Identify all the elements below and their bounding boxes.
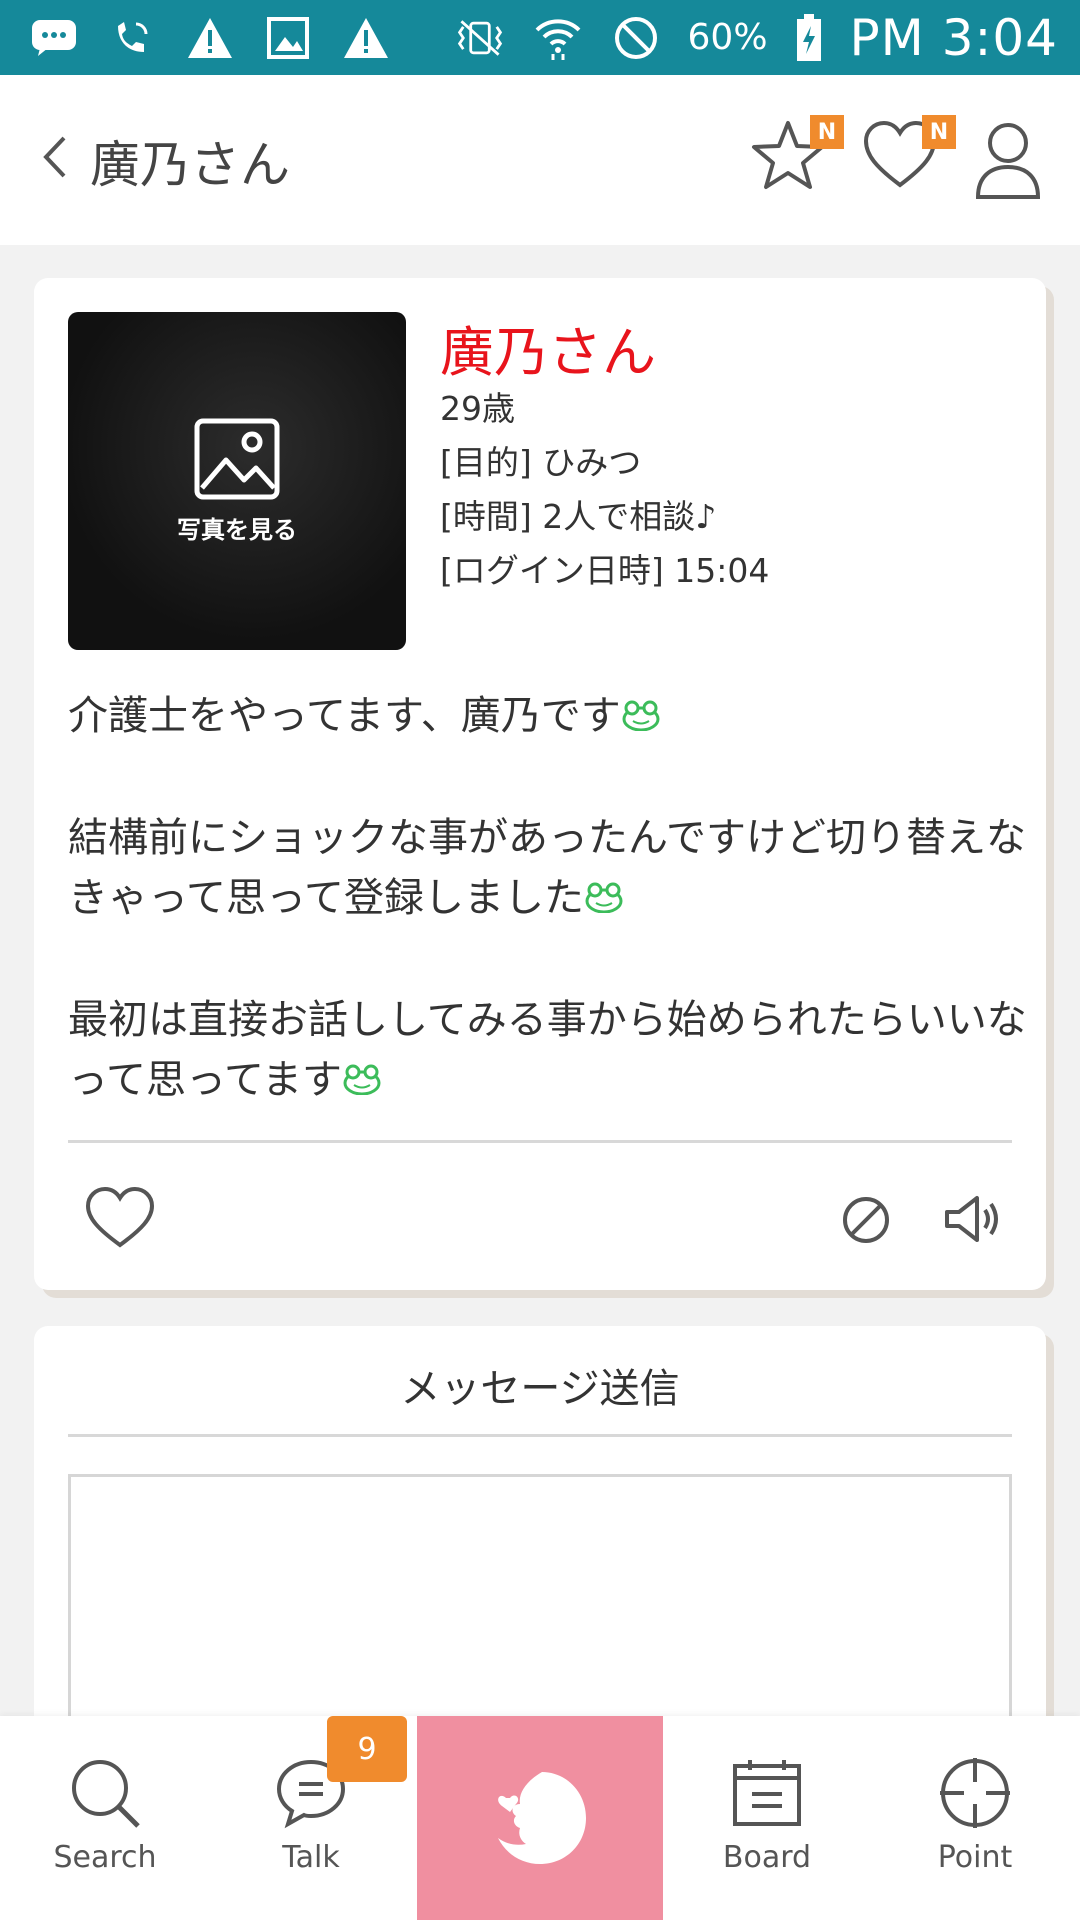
block-icon — [843, 1197, 889, 1243]
bio-line: 結構前にショックな事があったんですけど切り替えなきゃって思って登録しました — [68, 808, 1028, 930]
profile-card: 写真を見る 廣乃さん 29歳 [目的] ひみつ [時間] 2人で相談♪ [ログイ… — [34, 278, 1046, 1290]
bio-line: 最初は直接お話ししてみる事から始められたらいいなって思ってます — [68, 990, 1028, 1112]
frog-emoji-icon — [584, 870, 624, 930]
profile-photo[interactable]: 写真を見る — [68, 312, 406, 650]
talk-unread-badge: 9 — [327, 1716, 407, 1782]
clock: PM 3:04 — [849, 8, 1058, 67]
block-button[interactable] — [836, 1190, 896, 1250]
profile-bio: 介護士をやってます、廣乃です 結構前にショックな事があったんですけど切り替えなき… — [68, 686, 1028, 1112]
back-button[interactable] — [40, 127, 80, 187]
nav-point[interactable]: Point — [890, 1716, 1060, 1920]
page-title: 廣乃さん — [90, 136, 290, 194]
nav-search-label: Search — [53, 1840, 157, 1875]
battery-charging-icon — [794, 13, 824, 62]
nav-search[interactable]: Search — [20, 1716, 190, 1920]
chat-notification-icon — [28, 14, 80, 62]
view-photo-label: 写真を見る — [177, 515, 297, 544]
divider — [68, 1140, 1012, 1143]
profile-login: [ログイン日時] 15:04 — [440, 551, 770, 590]
nav-home[interactable] — [417, 1716, 663, 1920]
nav-board[interactable]: Board — [682, 1716, 852, 1920]
new-badge: N — [922, 115, 956, 149]
profile-name: 廣乃さん — [440, 321, 656, 384]
user-icon — [975, 123, 1041, 199]
frog-emoji-icon — [621, 688, 661, 748]
status-bar: 60% PM 3:04 — [0, 0, 1080, 75]
profile-age: 29歳 — [440, 389, 515, 428]
profile-purpose: [目的] ひみつ — [440, 443, 642, 482]
like-list-button[interactable]: N — [860, 115, 956, 205]
chevron-left-icon — [43, 136, 66, 178]
bottom-nav: Search Talk Board Point — [0, 1716, 1080, 1920]
heart-icon — [85, 1186, 155, 1248]
bio-line: 介護士をやってます、廣乃です — [68, 686, 1028, 748]
my-profile-button[interactable] — [968, 115, 1058, 205]
favorite-button[interactable]: N — [748, 115, 844, 205]
megaphone-icon — [945, 1196, 998, 1242]
warning-icon — [340, 14, 392, 62]
message-section-title: メッセージ送信 — [400, 1366, 680, 1412]
nav-point-label: Point — [937, 1840, 1013, 1875]
like-button[interactable] — [80, 1178, 160, 1258]
board-icon — [733, 1760, 801, 1826]
moon-logo-icon — [498, 1772, 586, 1864]
nav-board-label: Board — [722, 1840, 812, 1875]
nav-talk-label: Talk — [282, 1840, 340, 1875]
wifi-calling-icon — [106, 14, 158, 62]
image-icon — [262, 14, 314, 62]
frog-emoji-icon — [342, 1052, 382, 1112]
vibrate-icon — [454, 14, 506, 62]
do-not-disturb-icon — [610, 14, 662, 62]
crosshair-icon — [940, 1758, 1010, 1828]
warning-icon — [184, 14, 236, 62]
battery-level: 60% — [687, 17, 768, 58]
profile-time: [時間] 2人で相談♪ — [440, 497, 717, 536]
report-button[interactable] — [940, 1186, 1006, 1252]
divider — [68, 1434, 1012, 1437]
header: 廣乃さん N N — [0, 75, 1080, 245]
image-icon — [194, 418, 280, 499]
new-badge: N — [810, 115, 844, 149]
search-icon — [72, 1760, 140, 1828]
wifi-icon — [532, 14, 584, 62]
bio-line — [68, 930, 1028, 990]
bio-line — [68, 748, 1028, 808]
